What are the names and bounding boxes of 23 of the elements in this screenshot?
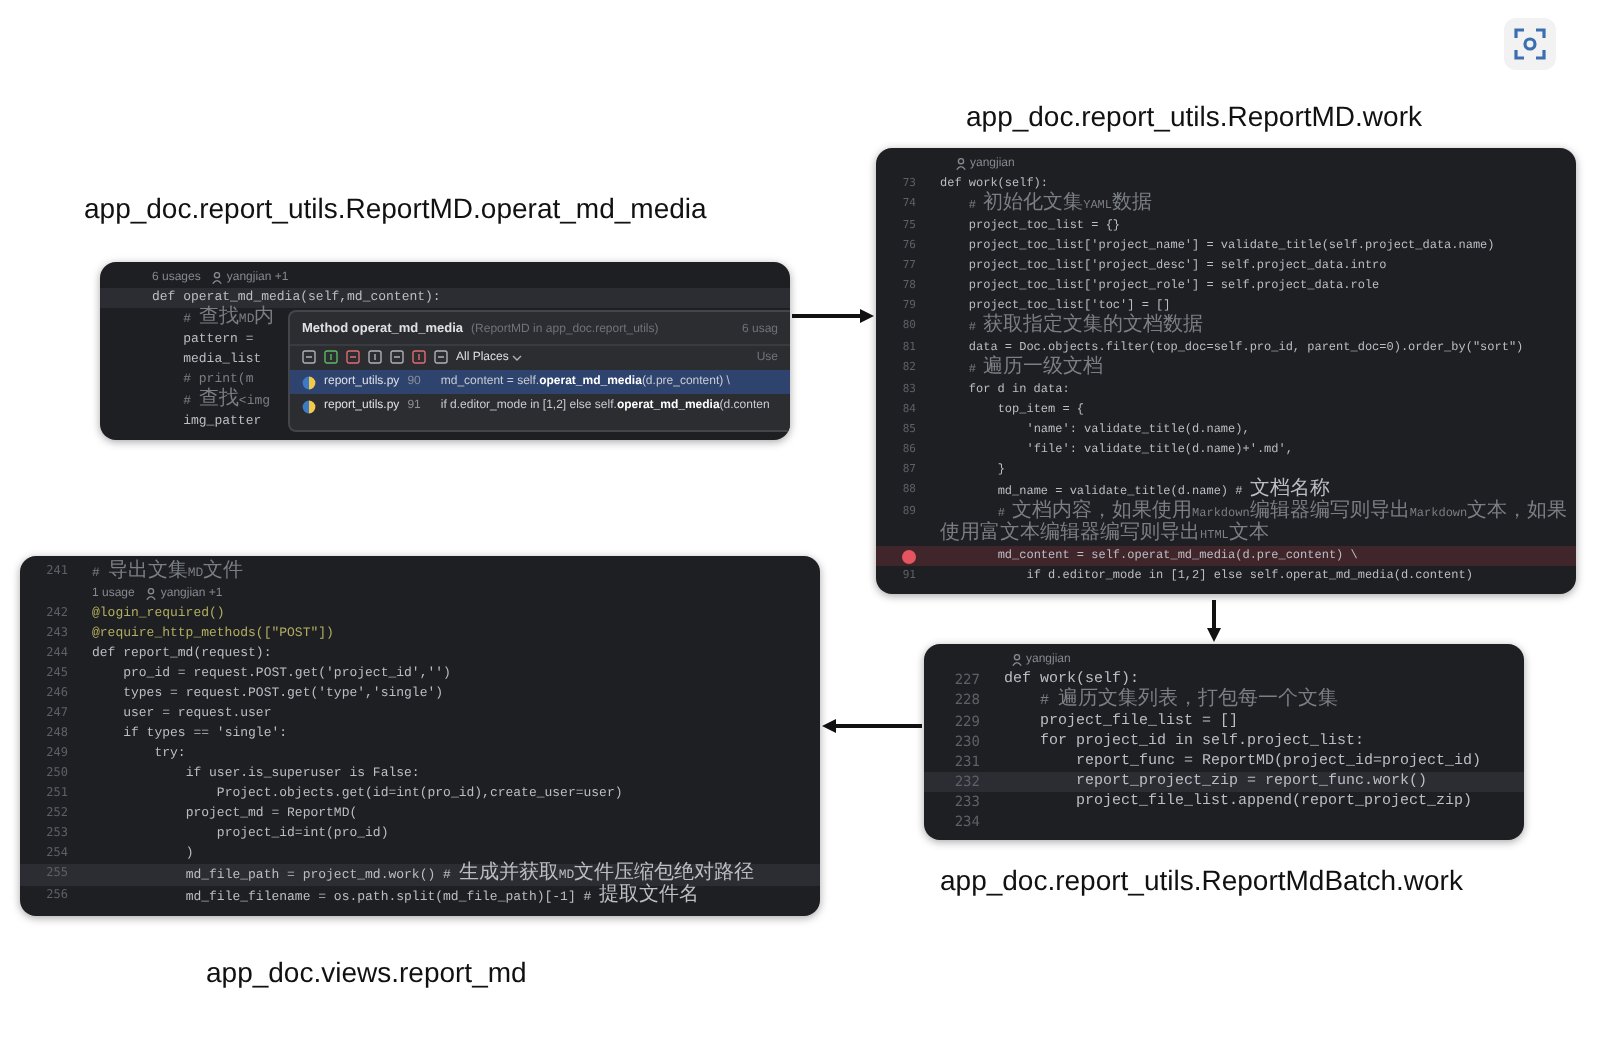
toolbar-icon[interactable] [368,350,382,364]
arrow [1207,600,1221,642]
file-icon [302,375,316,389]
breakpoint-icon[interactable] [902,549,916,563]
file-icon [302,399,316,413]
user-icon [212,272,223,284]
toolbar-icon[interactable] [302,350,316,364]
toolbar-icon[interactable] [390,350,404,364]
toolbar-icon[interactable] [412,350,426,364]
toolbar-icon[interactable] [434,350,448,364]
arrow [792,309,874,323]
caret-icon [512,353,523,361]
arrow [822,719,922,733]
diagram-title: app_doc.report_utils.ReportMD.operat_md_media [84,192,707,224]
toolbar-icon[interactable] [324,350,338,364]
diagram-title: app_doc.report_utils.ReportMD.work [966,100,1422,132]
scan-icon[interactable] [1504,18,1556,70]
user-icon [146,588,157,600]
user-icon [1012,654,1022,666]
diagram-title: app_doc.views.report_md [206,956,527,988]
diagram-title: app_doc.report_utils.ReportMdBatch.work [940,864,1463,896]
user-icon [956,158,966,170]
toolbar-icon[interactable] [346,350,360,364]
